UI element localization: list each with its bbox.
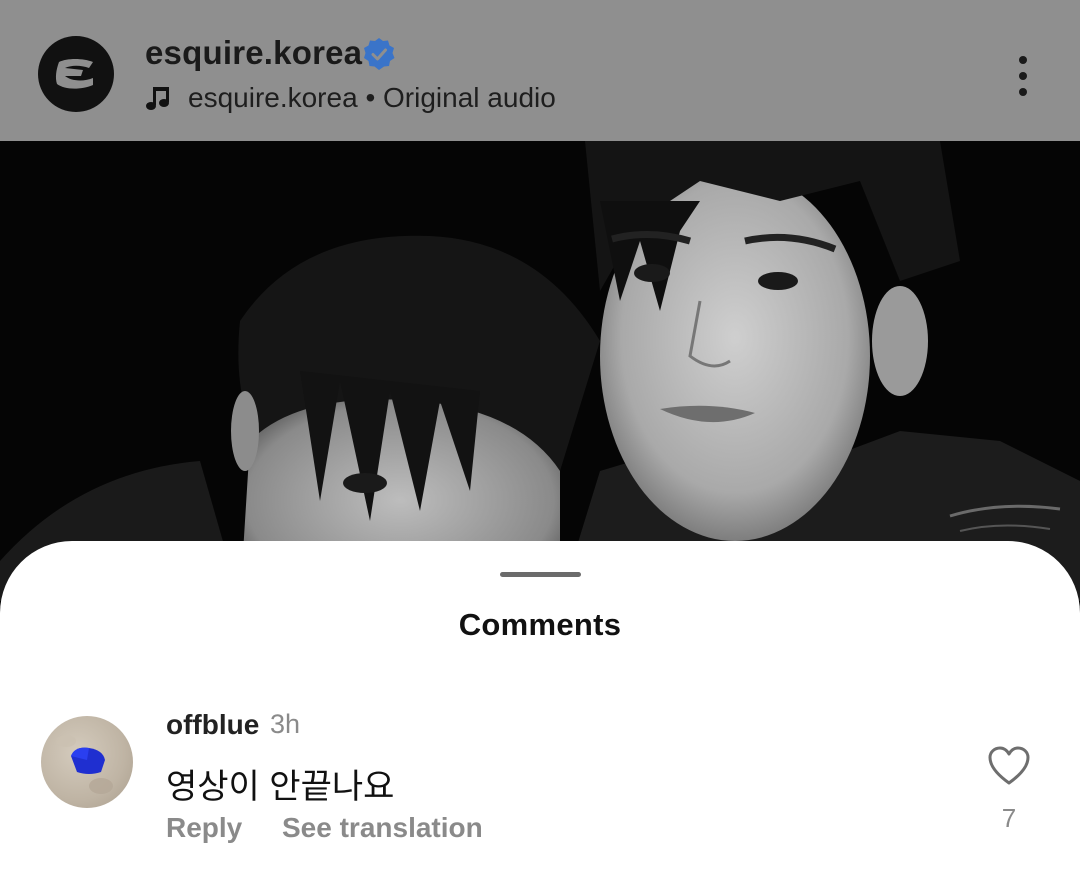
verified-badge-icon (364, 38, 395, 70)
commenter-avatar[interactable] (41, 716, 133, 808)
comments-title: Comments (458, 607, 622, 642)
like-count: 7 (1001, 803, 1017, 833)
reel-header: esquire.korea esquire.korea • Original a… (0, 0, 1080, 141)
avatar-image (56, 735, 113, 794)
comment-timestamp: 3h (270, 709, 301, 739)
audio-attribution[interactable]: esquire.korea • Original audio (188, 82, 556, 114)
portrait-image (0, 141, 1080, 601)
more-vertical-icon[interactable] (1008, 54, 1038, 98)
account-avatar[interactable] (38, 36, 114, 112)
see-translation-button[interactable]: See translation (282, 812, 483, 844)
comment-username[interactable]: offblue (166, 709, 259, 741)
reply-button[interactable]: Reply (166, 812, 242, 844)
audio-label: Original audio (383, 82, 556, 113)
heart-outline-icon[interactable] (987, 745, 1031, 787)
comments-sheet: Comments offblue 3h 영상이 안끝나요 Reply See t… (0, 541, 1080, 893)
comment-text: 영상이 안끝나요 (166, 768, 395, 806)
reel-screen: esquire.korea esquire.korea • Original a… (0, 0, 1080, 893)
account-name[interactable]: esquire.korea (145, 34, 362, 72)
sheet-drag-handle[interactable] (500, 572, 581, 577)
audio-separator: • (365, 82, 376, 113)
reel-photo[interactable] (0, 141, 1080, 601)
esquire-logo-icon (55, 59, 93, 89)
audio-account: esquire.korea (188, 82, 358, 113)
music-note-icon (146, 87, 169, 110)
